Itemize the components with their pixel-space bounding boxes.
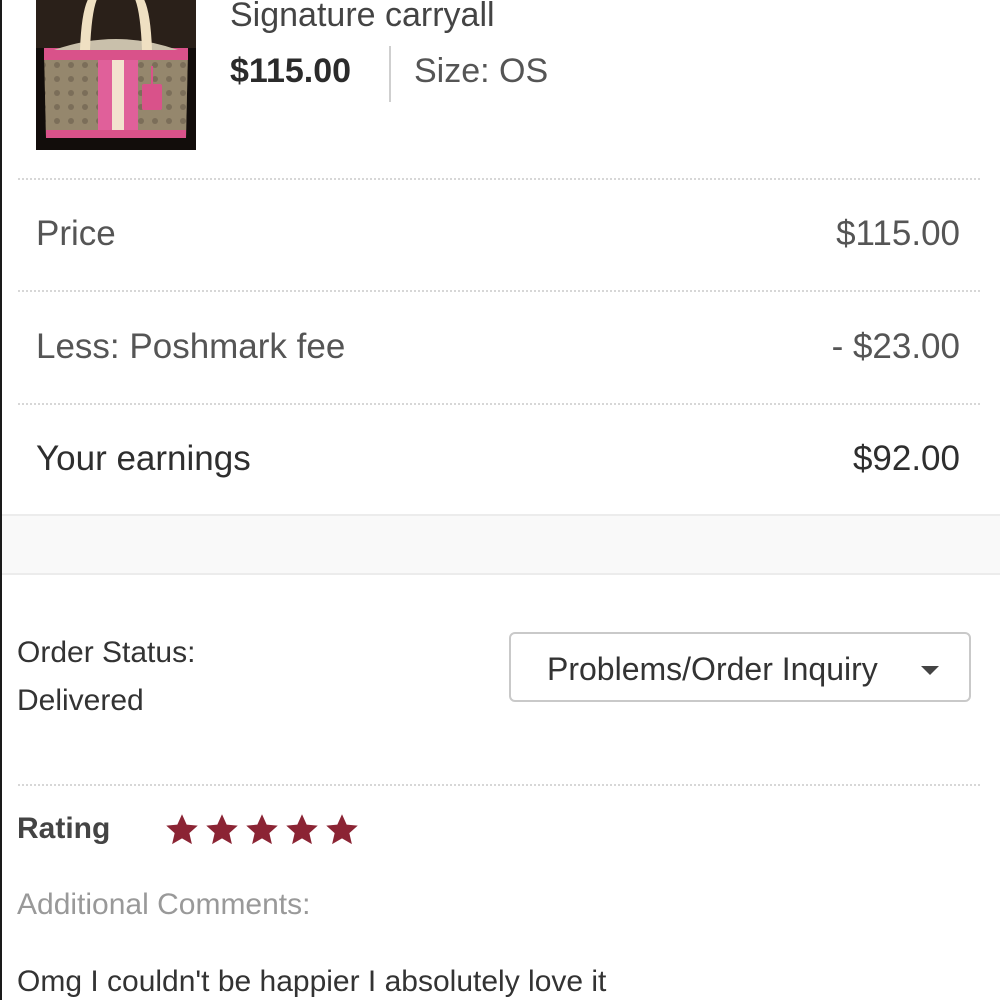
fee-row: Less: Poshmark fee - $23.00 xyxy=(36,327,960,367)
star-icon xyxy=(286,814,318,845)
caret-down-icon xyxy=(921,666,939,675)
order-status-value: Delivered xyxy=(17,684,144,717)
product-price: $115.00 xyxy=(230,52,352,90)
earnings-row: Your earnings $92.00 xyxy=(36,439,960,479)
divider xyxy=(389,46,391,102)
row-value: - $23.00 xyxy=(831,327,960,366)
row-label: Price xyxy=(36,214,116,253)
window-edge xyxy=(0,0,2,1000)
section-separator xyxy=(2,514,1000,575)
price-row: Price $115.00 xyxy=(36,214,960,254)
order-inquiry-label: Problems/Order Inquiry xyxy=(547,651,878,687)
star-icon xyxy=(246,814,278,845)
product-summary[interactable]: Signature carryall $115.00 Size: OS xyxy=(36,0,976,150)
star-icon xyxy=(166,814,198,845)
comment-text: Omg I couldn't be happier I absolutely l… xyxy=(17,965,607,998)
divider xyxy=(18,178,980,180)
row-label: Less: Poshmark fee xyxy=(36,327,346,366)
row-label: Your earnings xyxy=(36,439,251,478)
star-icon xyxy=(206,814,238,845)
divider xyxy=(18,403,980,405)
additional-comments-label: Additional Comments: xyxy=(17,888,311,921)
product-size: Size: OS xyxy=(414,52,549,90)
rating-label: Rating xyxy=(17,812,111,845)
product-thumbnail[interactable] xyxy=(36,0,196,150)
product-title[interactable]: Signature carryall xyxy=(230,0,495,35)
divider xyxy=(18,290,980,292)
order-status-label: Order Status: xyxy=(17,636,196,669)
divider xyxy=(18,784,980,786)
row-value: $115.00 xyxy=(836,214,960,253)
row-value: $92.00 xyxy=(852,439,960,478)
handbag-photo-icon xyxy=(36,0,196,150)
star-icon xyxy=(326,814,358,845)
order-inquiry-dropdown[interactable]: Problems/Order Inquiry xyxy=(509,632,971,702)
